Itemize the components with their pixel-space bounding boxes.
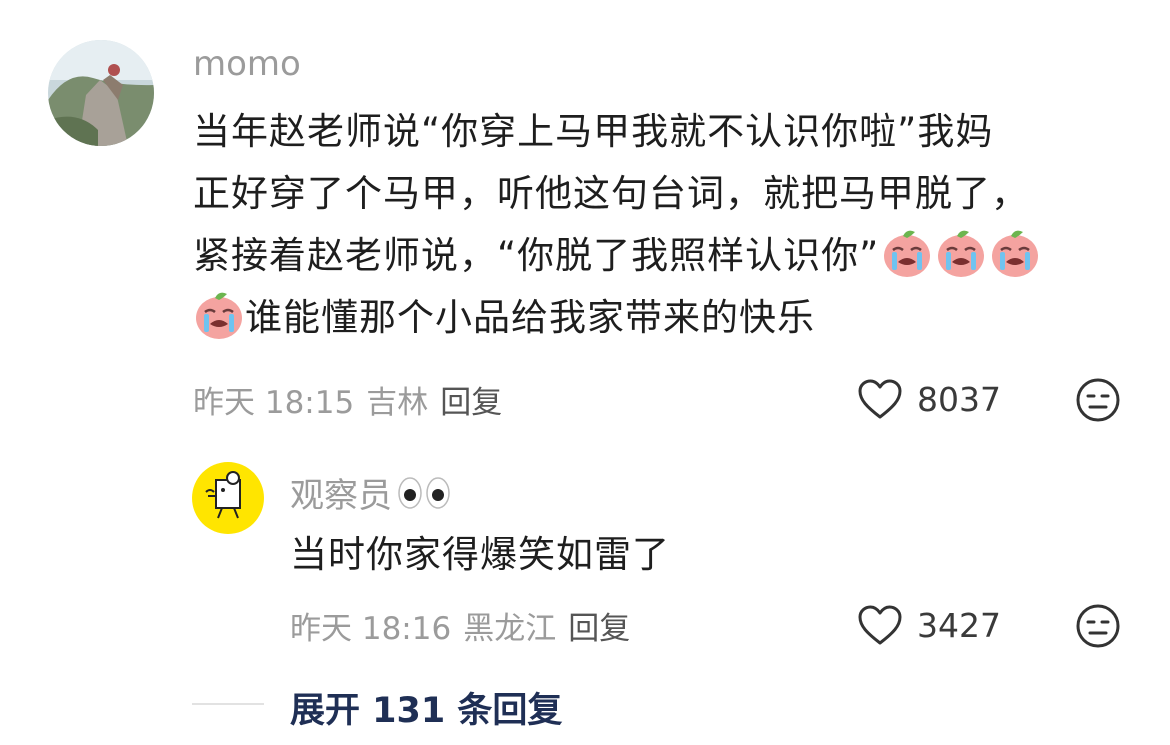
neutral-face-icon — [1076, 378, 1120, 422]
dislike-button[interactable] — [1075, 377, 1121, 427]
reply-time: 昨天 18:16 — [290, 611, 452, 647]
reply-username[interactable]: 观察员 — [290, 468, 452, 517]
comment-username[interactable]: momo — [193, 44, 301, 84]
reply-meta: 昨天 18:16 黑龙江 回复 — [290, 603, 630, 648]
avatar[interactable] — [192, 462, 264, 534]
crying-face-emoji-icon — [992, 230, 1039, 277]
like-count: 8037 — [917, 379, 1001, 419]
comment-time: 昨天 18:15 — [193, 385, 355, 421]
like-count: 3427 — [917, 605, 1001, 645]
like-button[interactable]: 3427 — [857, 604, 1001, 646]
reply-text: 当时你家得爆笑如雷了 — [290, 533, 670, 576]
comment-text-segment: 谁能懂那个小品给我家带来的快乐 — [245, 296, 815, 339]
comment-text-line: 谁能懂那个小品给我家带来的快乐 — [193, 287, 1133, 349]
dislike-button[interactable] — [1075, 603, 1121, 653]
expand-replies-button[interactable]: 展开 131 条回复 — [290, 682, 562, 733]
comment-text-segment: 紧接着赵老师说，“你脱了我照样认识你” — [193, 234, 880, 277]
reply-location: 黑龙江 — [463, 611, 557, 647]
crying-face-emoji-icon — [196, 292, 242, 339]
avatar-image — [48, 40, 154, 146]
avatar[interactable] — [48, 40, 154, 146]
comment-location: 吉林 — [366, 385, 429, 421]
comment-text: 当年赵老师说“你穿上马甲我就不认识你啦”我妈 正好穿了个马甲，听他这句台词，就把… — [193, 101, 1133, 349]
like-button[interactable]: 8037 — [857, 378, 1001, 420]
reply-button[interactable]: 回复 — [568, 603, 630, 648]
reply-username-text: 观察员 — [290, 476, 392, 516]
reply-button[interactable]: 回复 — [440, 377, 502, 422]
eyes-emoji-icon — [398, 476, 450, 509]
crying-face-emoji-icon — [884, 230, 931, 277]
comment-text-line: 紧接着赵老师说，“你脱了我照样认识你” — [193, 225, 1133, 287]
comment-text-line: 当年赵老师说“你穿上马甲我就不认识你啦”我妈 — [193, 110, 994, 153]
comment-meta: 昨天 18:15 吉林 回复 — [193, 377, 502, 422]
divider — [192, 703, 264, 705]
heart-icon — [858, 379, 902, 419]
comment-text-line: 正好穿了个马甲，听他这句台词，就把马甲脱了， — [193, 172, 1029, 215]
avatar-image — [205, 471, 241, 519]
crying-face-emoji-icon — [938, 230, 985, 277]
neutral-face-icon — [1076, 604, 1120, 648]
heart-icon — [858, 605, 902, 645]
